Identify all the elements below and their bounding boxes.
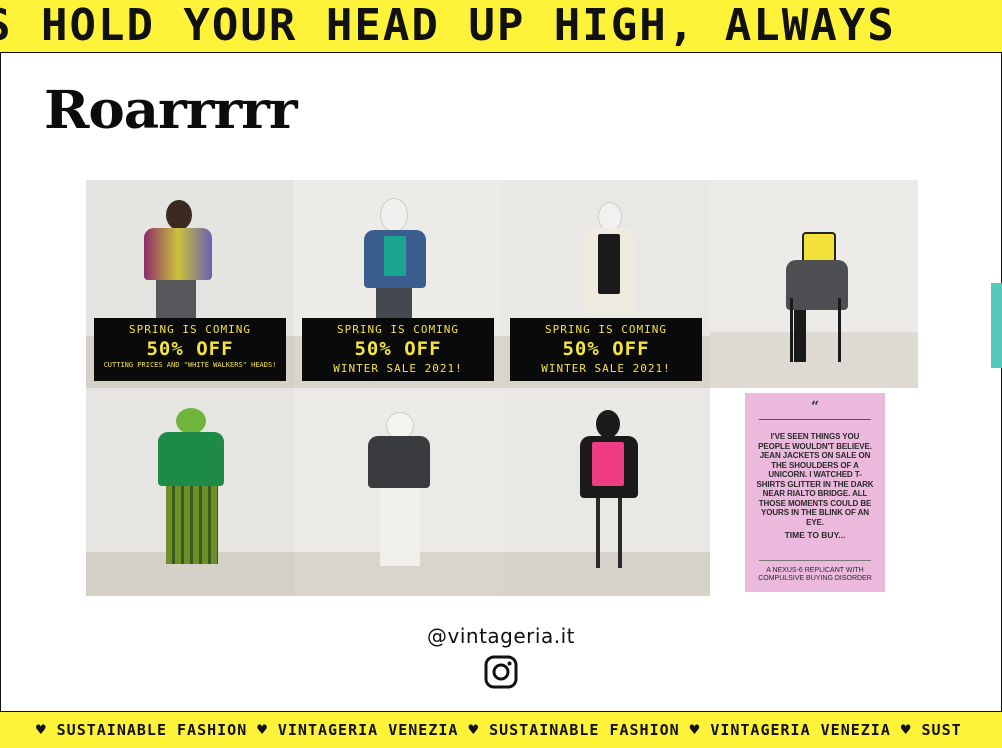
sale-banner: SPRING IS COMING 50% OFF WINTER SALE 202… <box>302 318 494 381</box>
top-marquee: S HOLD YOUR HEAD UP HIGH, ALWAYS <box>0 0 1002 53</box>
sale-banner-discount: 50% OFF <box>146 338 234 360</box>
section-title: Roarrrrr <box>44 80 298 141</box>
heart-icon: ♥ <box>468 720 480 739</box>
sale-banner-title: SPRING IS COMING <box>545 323 667 336</box>
instagram-icon[interactable] <box>484 655 518 689</box>
bottom-marquee-track: ♥ SUSTAINABLE FASHION ♥ VINTAGERIA VENEZIA ♥… <box>26 720 962 739</box>
quote-divider-bottom <box>759 560 871 561</box>
quote-mark: “ <box>810 399 820 415</box>
side-widget-tab[interactable] <box>991 283 1002 368</box>
sale-banner-title: SPRING IS COMING <box>337 323 459 336</box>
feed-post-bird[interactable] <box>294 388 502 596</box>
quote-cta: TIME TO BUY... <box>784 530 846 540</box>
sale-banner-subtitle: CUTTING PRICES AND "WHITE WALKERS" HEADS… <box>103 361 277 369</box>
quote-card[interactable]: “ I'VE SEEN THINGS YOU PEOPLE WOULDN'T B… <box>745 393 885 592</box>
feed-post-chimp[interactable]: SPRING IS COMING 50% OFF CUTTING PRICES … <box>86 180 294 388</box>
quote-signature: A NEXUS-6 REPLICANT WITH COMPULSIVE BUYI… <box>758 567 872 582</box>
heart-icon: ♥ <box>900 720 912 739</box>
sale-banner-discount: 50% OFF <box>562 338 650 360</box>
heart-icon: ♥ <box>689 720 701 739</box>
sale-banner: SPRING IS COMING 50% OFF WINTER SALE 202… <box>510 318 702 381</box>
sale-banner-subtitle: WINTER SALE 2021! <box>541 362 671 375</box>
feed-post-penguin[interactable] <box>502 388 710 596</box>
sale-banner-subtitle: WINTER SALE 2021! <box>333 362 463 375</box>
sale-banner: SPRING IS COMING 50% OFF CUTTING PRICES … <box>94 318 286 381</box>
sale-banner-discount: 50% OFF <box>354 338 442 360</box>
marquee-item: VINTAGERIA VENEZIA <box>277 721 459 739</box>
feed-post-tiger[interactable] <box>710 180 918 388</box>
marquee-item: SUST <box>921 721 962 739</box>
feed-post-cow[interactable]: SPRING IS COMING 50% OFF WINTER SALE 202… <box>294 180 502 388</box>
marquee-item: SUSTAINABLE FASHION <box>56 721 248 739</box>
feed-post-unicorn[interactable]: SPRING IS COMING 50% OFF WINTER SALE 202… <box>502 180 710 388</box>
instagram-handle[interactable]: @vintageria.it <box>0 624 1002 648</box>
quote-text: I'VE SEEN THINGS YOU PEOPLE WOULDN'T BEL… <box>756 432 874 527</box>
sale-banner-title: SPRING IS COMING <box>129 323 251 336</box>
feed-post-frog[interactable] <box>86 388 294 596</box>
heart-icon: ♥ <box>36 720 47 739</box>
bottom-marquee: ♥ SUSTAINABLE FASHION ♥ VINTAGERIA VENEZIA ♥… <box>0 711 1002 748</box>
quote-divider <box>759 419 871 420</box>
heart-icon: ♥ <box>257 720 268 739</box>
marquee-item: VINTAGERIA VENEZIA <box>710 721 891 739</box>
marquee-item: SUSTAINABLE FASHION <box>489 721 680 739</box>
top-marquee-text: S HOLD YOUR HEAD UP HIGH, ALWAYS <box>0 0 896 51</box>
